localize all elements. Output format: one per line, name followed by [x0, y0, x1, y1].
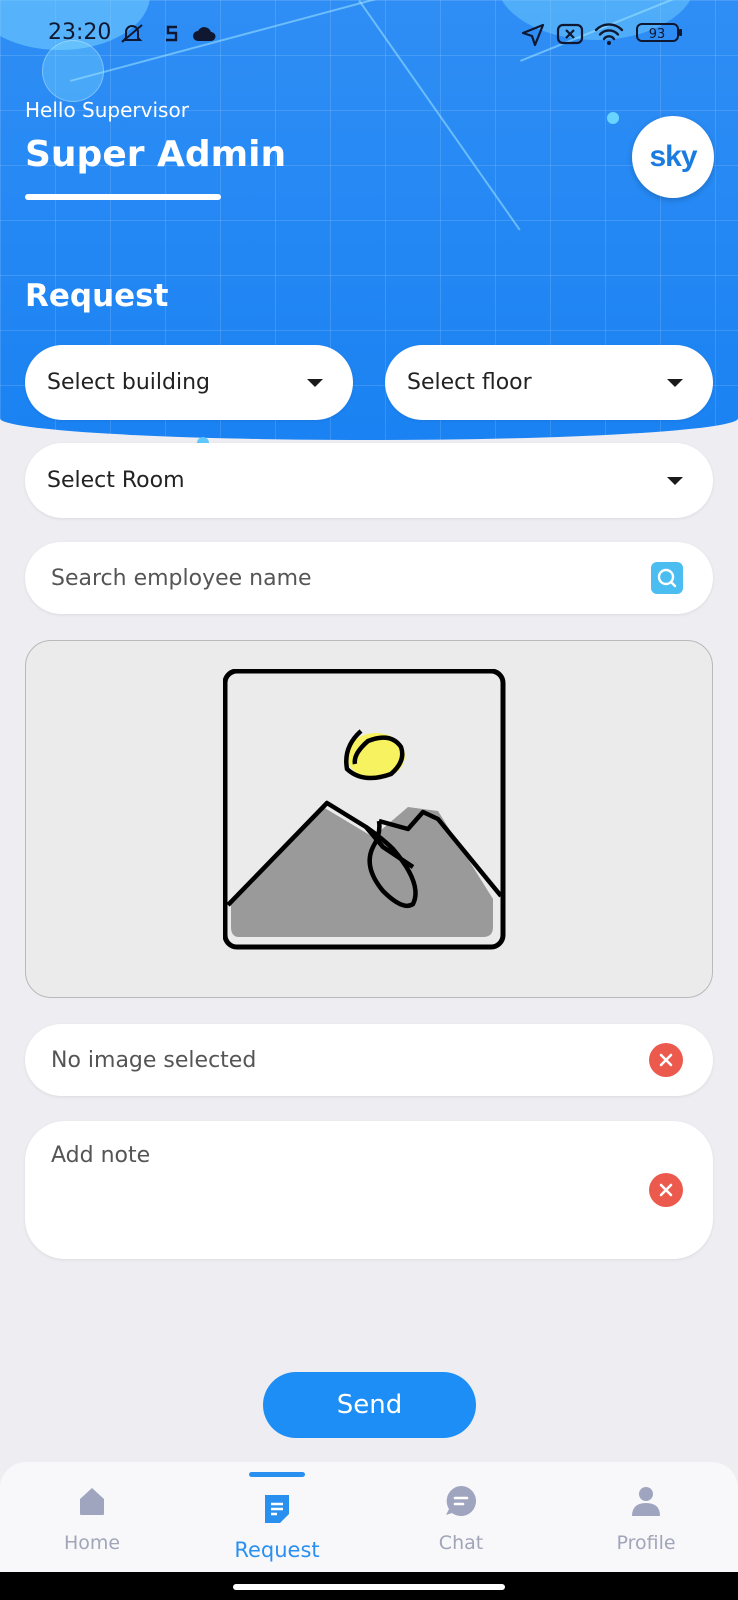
s-icon	[162, 22, 182, 51]
nav-label-request: Request	[234, 1538, 320, 1562]
mute-icon	[118, 22, 148, 51]
building-dropdown-label: Select building	[47, 370, 210, 395]
close-icon	[659, 1053, 673, 1067]
decor-dot	[607, 112, 619, 124]
close-icon	[659, 1183, 673, 1197]
search-icon	[657, 568, 677, 588]
user-name: Super Admin	[25, 134, 287, 175]
name-underline	[25, 194, 221, 200]
logo-text: sky	[649, 140, 697, 173]
room-dropdown-label: Select Room	[47, 468, 185, 493]
image-placeholder-icon	[223, 669, 506, 950]
floor-dropdown[interactable]: Select floor	[385, 345, 713, 420]
nav-label-home: Home	[63, 1532, 121, 1554]
image-status-text: No image selected	[51, 1047, 257, 1073]
request-icon	[265, 1495, 289, 1523]
close-box-icon	[554, 22, 586, 51]
clear-image-button[interactable]	[649, 1043, 683, 1077]
profile-icon	[632, 1487, 660, 1516]
bottom-navigation: Home Request Chat Profile	[0, 1462, 738, 1572]
nav-label-profile: Profile	[616, 1532, 676, 1554]
nav-item-home[interactable]: Home	[17, 1462, 167, 1572]
chat-icon	[446, 1486, 476, 1516]
nav-label-chat: Chat	[438, 1532, 484, 1554]
battery-icon: 93	[636, 21, 684, 50]
image-status-field: No image selected	[25, 1024, 713, 1096]
section-title: Request	[25, 278, 169, 314]
search-button[interactable]	[651, 562, 683, 594]
active-tab-indicator	[249, 1472, 305, 1477]
location-icon	[520, 22, 546, 53]
chevron-down-icon	[667, 378, 683, 387]
nav-item-profile[interactable]: Profile	[571, 1462, 721, 1572]
floor-dropdown-label: Select floor	[407, 370, 532, 395]
employee-search-field[interactable]: Search employee name	[25, 542, 713, 614]
cloud-icon	[192, 24, 218, 48]
home-icon	[80, 1488, 104, 1515]
wifi-icon	[594, 22, 624, 51]
chevron-down-icon	[667, 476, 683, 485]
nav-item-chat[interactable]: Chat	[386, 1462, 536, 1572]
chevron-down-icon	[307, 378, 323, 387]
image-picker[interactable]	[25, 640, 713, 998]
company-logo[interactable]: sky	[632, 116, 714, 198]
status-bar: 23:20 93	[0, 0, 738, 66]
send-button[interactable]: Send	[263, 1372, 476, 1438]
status-time: 23:20	[48, 20, 112, 45]
clear-note-button[interactable]	[649, 1173, 683, 1207]
home-gesture-bar[interactable]	[233, 1584, 505, 1590]
note-input[interactable]: Add note	[51, 1143, 649, 1168]
building-dropdown[interactable]: Select building	[25, 345, 353, 420]
search-input[interactable]: Search employee name	[51, 566, 651, 591]
nav-item-request[interactable]: Request	[202, 1462, 352, 1572]
note-field[interactable]: Add note	[25, 1121, 713, 1259]
greeting-text: Hello Supervisor	[25, 98, 189, 122]
battery-level: 93	[649, 27, 666, 42]
room-dropdown[interactable]: Select Room	[25, 443, 713, 518]
